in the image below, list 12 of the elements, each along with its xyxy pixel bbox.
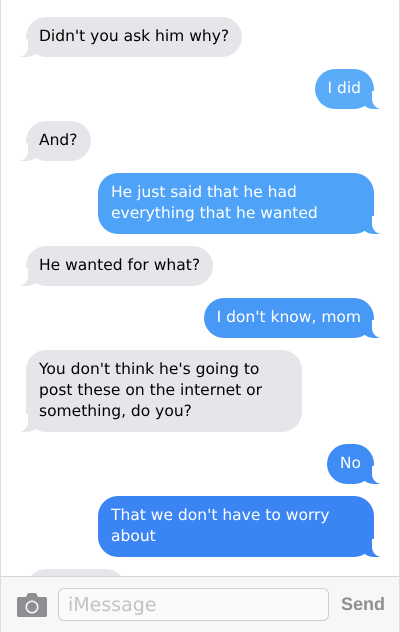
sent-message: That we don't have to worry about [98,496,382,557]
received-message: He wanted for what? [18,246,214,286]
camera-icon[interactable] [16,592,48,618]
received-message: And? [18,121,90,161]
sent-message: No [326,444,382,484]
send-button[interactable]: Send [340,592,385,617]
sent-message: He just said that he had everything that he wanted [98,173,382,234]
sent-message: I did [314,69,382,109]
received-message: Didn't you ask him why? [18,17,242,57]
message-field[interactable]: iMessage [58,588,329,621]
sent-message: I don't know, mom [204,298,382,338]
received-message: You don't think he's going to post these on the internet or something, do you? [18,350,302,432]
